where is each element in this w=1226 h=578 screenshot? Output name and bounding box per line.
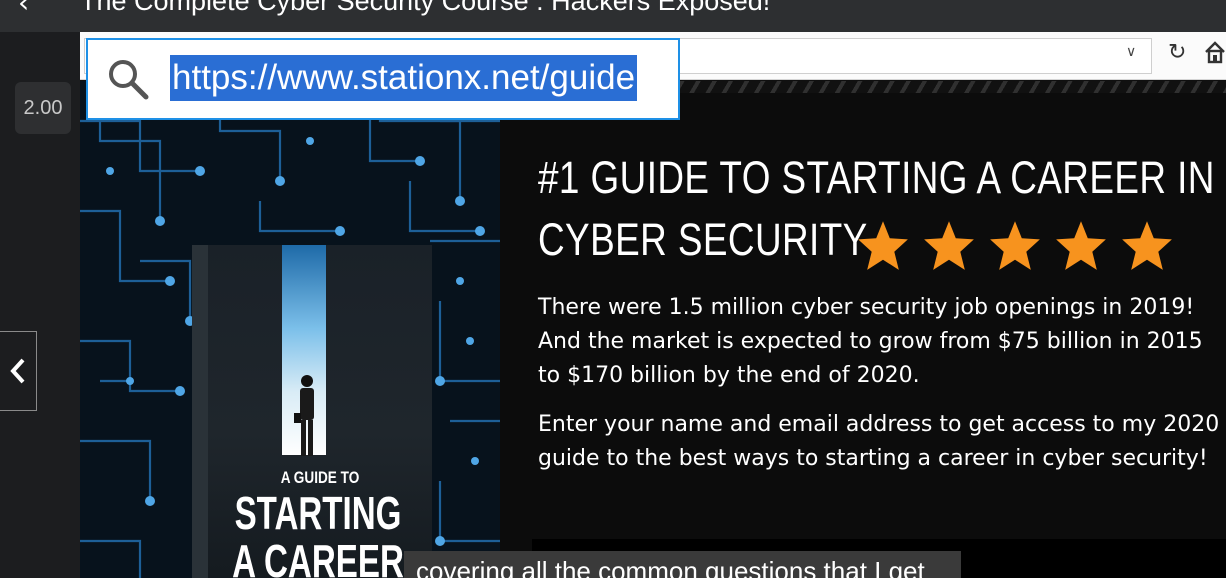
star-icon bbox=[990, 221, 1040, 270]
headline-line1: #1 GUIDE TO STARTING A CAREER IN bbox=[538, 152, 1215, 203]
star-icon bbox=[858, 221, 908, 270]
chevron-down-icon[interactable]: ∨ bbox=[1126, 44, 1136, 60]
book-small-title: A GUIDE TO bbox=[280, 468, 360, 487]
reload-icon[interactable]: ↻ bbox=[1168, 40, 1186, 65]
web-page: A GUIDE TO STARTING A CAREER #1 GUIDE TO… bbox=[80, 81, 1226, 578]
url-text-selected[interactable]: https://www.stationx.net/guide bbox=[170, 55, 638, 101]
book-title-line1: STARTING bbox=[234, 487, 402, 539]
course-title-bar: ‹ The Complete Cyber Security Course : H… bbox=[0, 0, 1226, 32]
url-magnifier: https://www.stationx.net/guide bbox=[86, 38, 680, 120]
book-title-line2: A CAREER bbox=[232, 535, 404, 578]
cta-paragraph: Enter your name and email address to get… bbox=[538, 412, 1220, 471]
search-icon bbox=[109, 60, 149, 100]
book-spine bbox=[192, 245, 208, 578]
playback-speed-button[interactable]: 2.00 bbox=[15, 82, 71, 134]
chevron-left-icon bbox=[10, 358, 25, 384]
intro-paragraph: There were 1.5 million cyber security jo… bbox=[538, 295, 1203, 388]
subtitle-caption: covering all the common questions that I… bbox=[404, 551, 961, 578]
back-button[interactable]: ‹ bbox=[18, 0, 29, 19]
player-left-strip: 2.00 bbox=[0, 32, 80, 578]
ebook-cover: A GUIDE TO STARTING A CAREER bbox=[192, 245, 432, 578]
course-title: The Complete Cyber Security Course : Hac… bbox=[80, 0, 771, 16]
home-icon[interactable] bbox=[1204, 40, 1226, 64]
rating-stars bbox=[855, 219, 1175, 271]
previous-lecture-button[interactable] bbox=[0, 331, 37, 411]
star-icon bbox=[1056, 221, 1106, 270]
decorative-stripes bbox=[680, 81, 1226, 93]
businessman-figure bbox=[294, 375, 314, 456]
star-icon bbox=[1122, 221, 1172, 270]
star-icon bbox=[924, 221, 974, 270]
